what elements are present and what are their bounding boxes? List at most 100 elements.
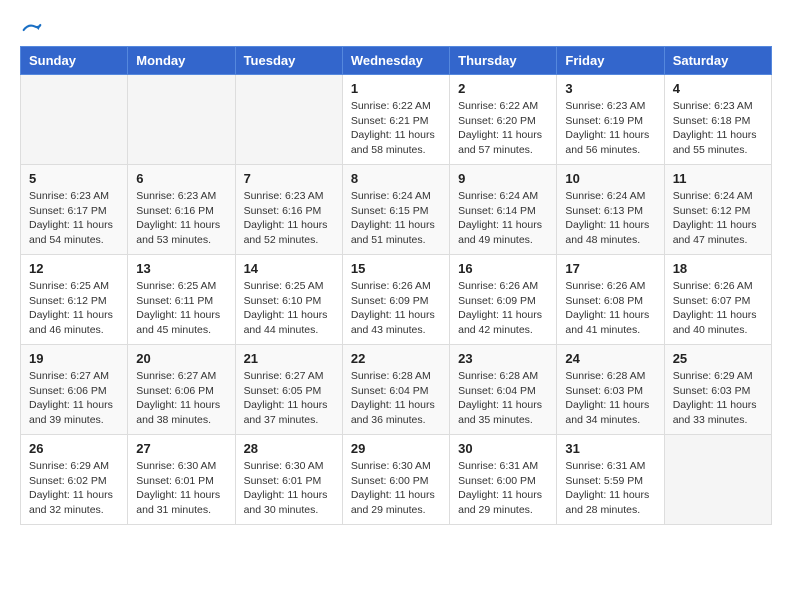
day-number: 15 [351, 261, 441, 276]
calendar-cell: 9 Sunrise: 6:24 AM Sunset: 6:14 PM Daylig… [450, 165, 557, 255]
day-number: 11 [673, 171, 763, 186]
calendar-cell: 16Sunrise: 6:26 AM Sunset: 6:09 PM Dayli… [450, 255, 557, 345]
day-info: Sunrise: 6:25 AM Sunset: 6:12 PM Dayligh… [29, 279, 119, 338]
calendar-cell: 18 Sunrise: 6:26 AM Sunset: 6:07 PM Dayli… [664, 255, 771, 345]
calendar-cell: 8Sunrise: 6:24 AM Sunset: 6:15 PM Daylig… [342, 165, 449, 255]
calendar-cell: 30 Sunrise: 6:31 AM Sunset: 6:00 PM Dayli… [450, 435, 557, 525]
day-info: Sunrise: 6:26 AM Sunset: 6:07 PM Dayligh… [673, 279, 763, 338]
day-number: 10 [565, 171, 655, 186]
day-info: Sunrise: 6:27 AM Sunset: 6:06 PM Dayligh… [136, 369, 226, 428]
day-number: 23 [458, 351, 548, 366]
day-number: 3 [565, 81, 655, 96]
day-number: 25 [673, 351, 763, 366]
calendar-cell: 15 Sunrise: 6:26 AM Sunset: 6:09 PM Dayli… [342, 255, 449, 345]
calendar-cell: 29Sunrise: 6:30 AM Sunset: 6:00 PM Dayli… [342, 435, 449, 525]
calendar-cell: 1 Sunrise: 6:22 AM Sunset: 6:21 PM Daylig… [342, 75, 449, 165]
day-info: Sunrise: 6:22 AM Sunset: 6:21 PM Dayligh… [351, 99, 441, 158]
day-info: Sunrise: 6:28 AM Sunset: 6:03 PM Dayligh… [565, 369, 655, 428]
calendar-header-sunday: Sunday [21, 47, 128, 75]
day-info: Sunrise: 6:24 AM Sunset: 6:12 PM Dayligh… [673, 189, 763, 248]
day-info: Sunrise: 6:29 AM Sunset: 6:02 PM Dayligh… [29, 459, 119, 518]
day-number: 14 [244, 261, 334, 276]
logo [20, 20, 42, 36]
calendar-header-row: SundayMondayTuesdayWednesdayThursdayFrid… [21, 47, 772, 75]
day-number: 30 [458, 441, 548, 456]
calendar-header-saturday: Saturday [664, 47, 771, 75]
day-number: 28 [244, 441, 334, 456]
day-info: Sunrise: 6:27 AM Sunset: 6:05 PM Dayligh… [244, 369, 334, 428]
day-info: Sunrise: 6:23 AM Sunset: 6:19 PM Dayligh… [565, 99, 655, 158]
calendar-cell: 14 Sunrise: 6:25 AM Sunset: 6:10 PM Dayli… [235, 255, 342, 345]
calendar-cell: 26 Sunrise: 6:29 AM Sunset: 6:02 PM Dayli… [21, 435, 128, 525]
day-number: 20 [136, 351, 226, 366]
day-number: 29 [351, 441, 441, 456]
calendar-header-thursday: Thursday [450, 47, 557, 75]
day-info: Sunrise: 6:25 AM Sunset: 6:10 PM Dayligh… [244, 279, 334, 338]
day-info: Sunrise: 6:24 AM Sunset: 6:14 PM Dayligh… [458, 189, 548, 248]
day-info: Sunrise: 6:26 AM Sunset: 6:08 PM Dayligh… [565, 279, 655, 338]
calendar-header-tuesday: Tuesday [235, 47, 342, 75]
day-number: 5 [29, 171, 119, 186]
calendar-cell: 5Sunrise: 6:23 AM Sunset: 6:17 PM Daylig… [21, 165, 128, 255]
calendar-cell: 7 Sunrise: 6:23 AM Sunset: 6:16 PM Daylig… [235, 165, 342, 255]
day-number: 17 [565, 261, 655, 276]
day-info: Sunrise: 6:25 AM Sunset: 6:11 PM Dayligh… [136, 279, 226, 338]
day-number: 13 [136, 261, 226, 276]
day-info: Sunrise: 6:29 AM Sunset: 6:03 PM Dayligh… [673, 369, 763, 428]
day-number: 6 [136, 171, 226, 186]
calendar-cell: 17 Sunrise: 6:26 AM Sunset: 6:08 PM Dayli… [557, 255, 664, 345]
calendar-cell: 3 Sunrise: 6:23 AM Sunset: 6:19 PM Daylig… [557, 75, 664, 165]
calendar-week-row: 19 Sunrise: 6:27 AM Sunset: 6:06 PM Dayli… [21, 345, 772, 435]
calendar-cell: 11 Sunrise: 6:24 AM Sunset: 6:12 PM Dayli… [664, 165, 771, 255]
calendar-cell: 31Sunrise: 6:31 AM Sunset: 5:59 PM Dayli… [557, 435, 664, 525]
calendar-cell: 13 Sunrise: 6:25 AM Sunset: 6:11 PM Dayli… [128, 255, 235, 345]
day-info: Sunrise: 6:31 AM Sunset: 6:00 PM Dayligh… [458, 459, 548, 518]
day-number: 7 [244, 171, 334, 186]
day-info: Sunrise: 6:23 AM Sunset: 6:18 PM Dayligh… [673, 99, 763, 158]
day-info: Sunrise: 6:28 AM Sunset: 6:04 PM Dayligh… [351, 369, 441, 428]
day-number: 27 [136, 441, 226, 456]
day-number: 8 [351, 171, 441, 186]
calendar-header-wednesday: Wednesday [342, 47, 449, 75]
page-header [20, 20, 772, 36]
calendar-cell: 22Sunrise: 6:28 AM Sunset: 6:04 PM Dayli… [342, 345, 449, 435]
calendar-table: SundayMondayTuesdayWednesdayThursdayFrid… [20, 46, 772, 525]
day-info: Sunrise: 6:26 AM Sunset: 6:09 PM Dayligh… [458, 279, 548, 338]
calendar-week-row: 5Sunrise: 6:23 AM Sunset: 6:17 PM Daylig… [21, 165, 772, 255]
day-info: Sunrise: 6:26 AM Sunset: 6:09 PM Dayligh… [351, 279, 441, 338]
day-info: Sunrise: 6:23 AM Sunset: 6:16 PM Dayligh… [136, 189, 226, 248]
day-info: Sunrise: 6:30 AM Sunset: 6:01 PM Dayligh… [244, 459, 334, 518]
calendar-cell [128, 75, 235, 165]
calendar-cell: 10 Sunrise: 6:24 AM Sunset: 6:13 PM Dayli… [557, 165, 664, 255]
calendar-cell: 4 Sunrise: 6:23 AM Sunset: 6:18 PM Daylig… [664, 75, 771, 165]
calendar-cell [664, 435, 771, 525]
logo-icon [22, 20, 42, 40]
day-number: 19 [29, 351, 119, 366]
calendar-week-row: 12 Sunrise: 6:25 AM Sunset: 6:12 PM Dayli… [21, 255, 772, 345]
day-number: 31 [565, 441, 655, 456]
calendar-cell: 6 Sunrise: 6:23 AM Sunset: 6:16 PM Daylig… [128, 165, 235, 255]
calendar-week-row: 26 Sunrise: 6:29 AM Sunset: 6:02 PM Dayli… [21, 435, 772, 525]
calendar-cell: 23Sunrise: 6:28 AM Sunset: 6:04 PM Dayli… [450, 345, 557, 435]
day-info: Sunrise: 6:24 AM Sunset: 6:13 PM Dayligh… [565, 189, 655, 248]
day-info: Sunrise: 6:27 AM Sunset: 6:06 PM Dayligh… [29, 369, 119, 428]
day-number: 12 [29, 261, 119, 276]
calendar-header-friday: Friday [557, 47, 664, 75]
day-number: 24 [565, 351, 655, 366]
calendar-cell: 12 Sunrise: 6:25 AM Sunset: 6:12 PM Dayli… [21, 255, 128, 345]
day-number: 18 [673, 261, 763, 276]
calendar-cell: 25 Sunrise: 6:29 AM Sunset: 6:03 PM Dayli… [664, 345, 771, 435]
day-number: 9 [458, 171, 548, 186]
calendar-cell: 28 Sunrise: 6:30 AM Sunset: 6:01 PM Dayli… [235, 435, 342, 525]
calendar-cell: 21 Sunrise: 6:27 AM Sunset: 6:05 PM Dayli… [235, 345, 342, 435]
day-number: 1 [351, 81, 441, 96]
calendar-cell: 19 Sunrise: 6:27 AM Sunset: 6:06 PM Dayli… [21, 345, 128, 435]
day-number: 21 [244, 351, 334, 366]
day-number: 2 [458, 81, 548, 96]
day-info: Sunrise: 6:23 AM Sunset: 6:16 PM Dayligh… [244, 189, 334, 248]
day-number: 4 [673, 81, 763, 96]
calendar-cell: 2 Sunrise: 6:22 AM Sunset: 6:20 PM Daylig… [450, 75, 557, 165]
day-number: 26 [29, 441, 119, 456]
calendar-cell: 24 Sunrise: 6:28 AM Sunset: 6:03 PM Dayli… [557, 345, 664, 435]
day-info: Sunrise: 6:22 AM Sunset: 6:20 PM Dayligh… [458, 99, 548, 158]
